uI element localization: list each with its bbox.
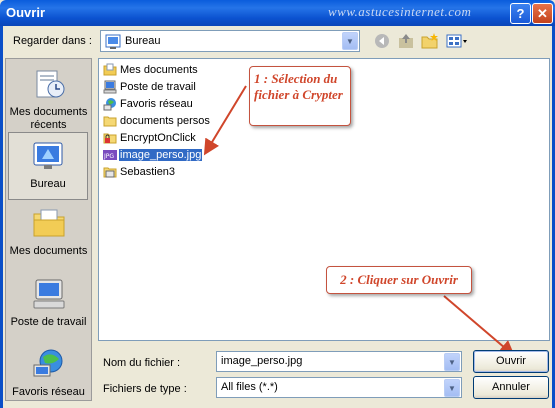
cancel-button[interactable]: Annuler	[473, 376, 549, 399]
annotation-step2: 2 : Cliquer sur Ouvrir	[326, 266, 472, 294]
filetype-label: Fichiers de type :	[103, 383, 187, 395]
filename-label: Nom du fichier :	[103, 357, 181, 369]
arrow-to-open-button	[443, 295, 516, 357]
filename-input[interactable]: image_perso.jpg ▼	[216, 351, 462, 372]
chevron-down-icon[interactable]: ▼	[444, 379, 460, 397]
annotation-step1: 1 : Sélection du fichier à Crypter	[249, 66, 351, 126]
chevron-down-icon[interactable]: ▼	[444, 353, 460, 371]
filetype-dropdown[interactable]: All files (*.*) ▼	[216, 377, 462, 398]
annotation-arrows	[203, 85, 516, 357]
open-button[interactable]: Ouvrir	[473, 350, 549, 373]
filetype-value: All files (*.*)	[221, 381, 278, 393]
arrow-to-file	[203, 85, 247, 156]
filename-value: image_perso.jpg	[221, 355, 303, 367]
